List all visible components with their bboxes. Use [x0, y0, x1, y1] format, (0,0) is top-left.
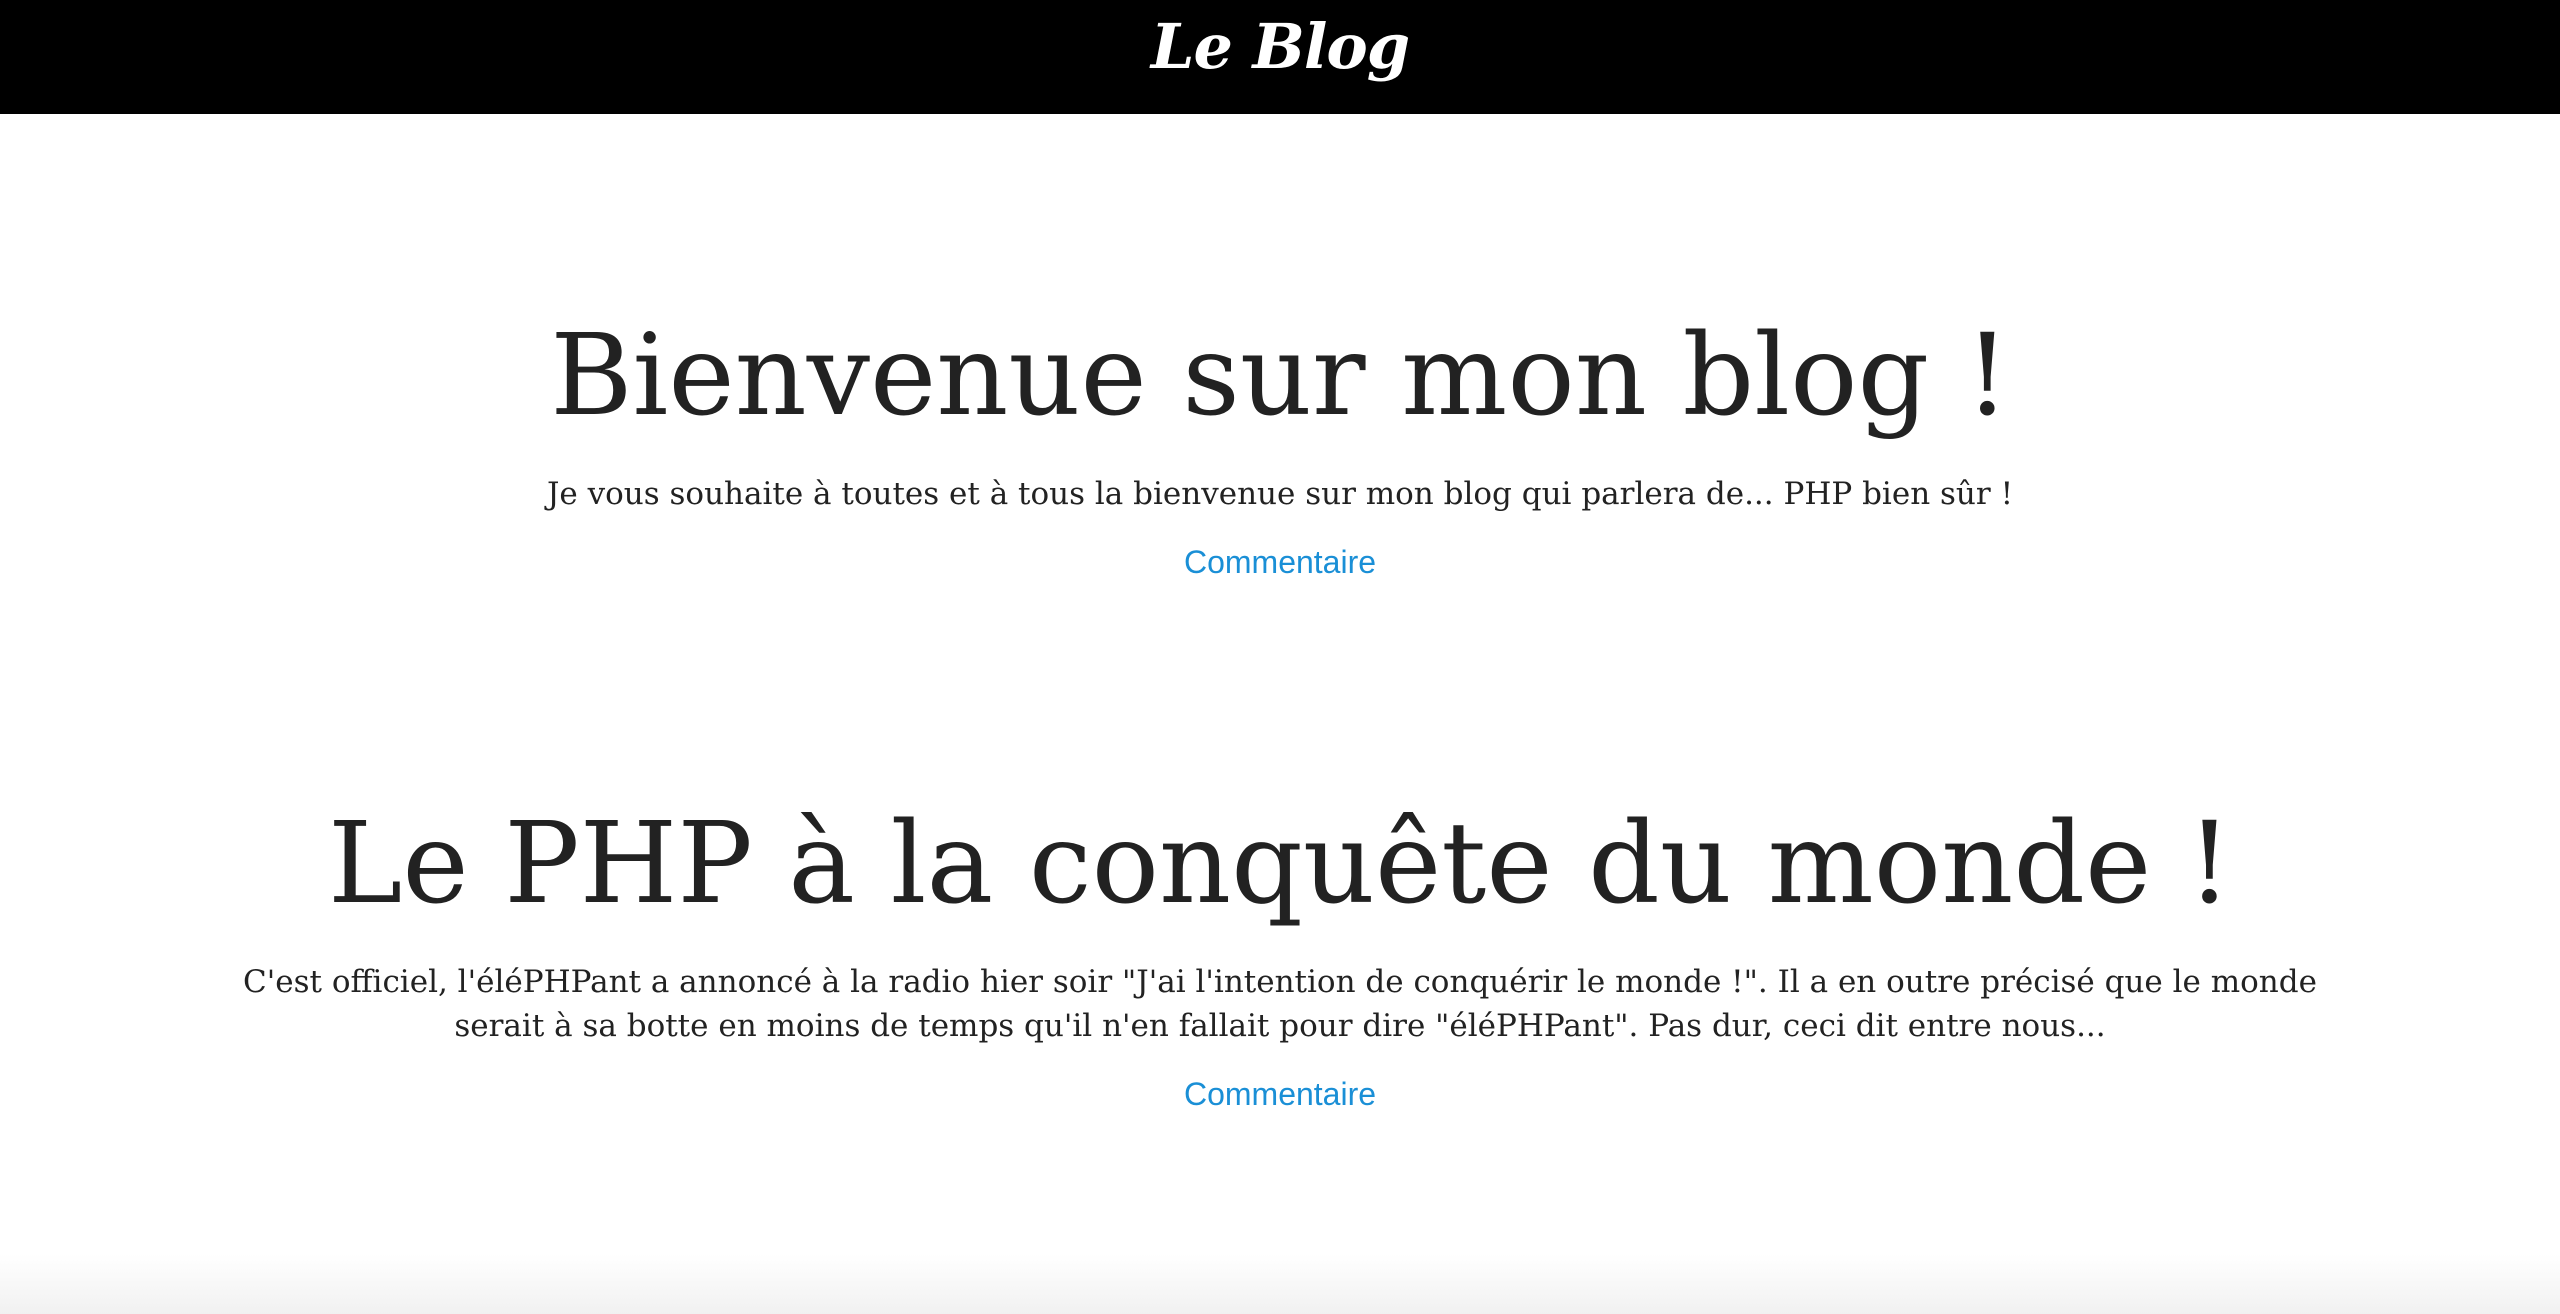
bottom-fade [0, 1254, 2560, 1314]
blog-post: Le PHP à la conquête du monde ! C'est of… [0, 808, 2560, 1110]
site-header: Le Blog [0, 0, 2560, 114]
blog-post: Bienvenue sur mon blog ! Je vous souhait… [0, 320, 2560, 578]
comment-link[interactable]: Commentaire [1184, 1078, 1376, 1110]
post-title: Bienvenue sur mon blog ! [550, 311, 2010, 441]
site-title[interactable]: Le Blog [1151, 16, 1410, 78]
post-title: Le PHP à la conquête du monde ! [328, 799, 2232, 929]
post-excerpt: C'est officiel, l'éléPHPant a annoncé à … [243, 964, 2317, 1044]
comment-link[interactable]: Commentaire [1184, 546, 1376, 578]
post-excerpt: Je vous souhaite à toutes et à tous la b… [546, 476, 2014, 512]
